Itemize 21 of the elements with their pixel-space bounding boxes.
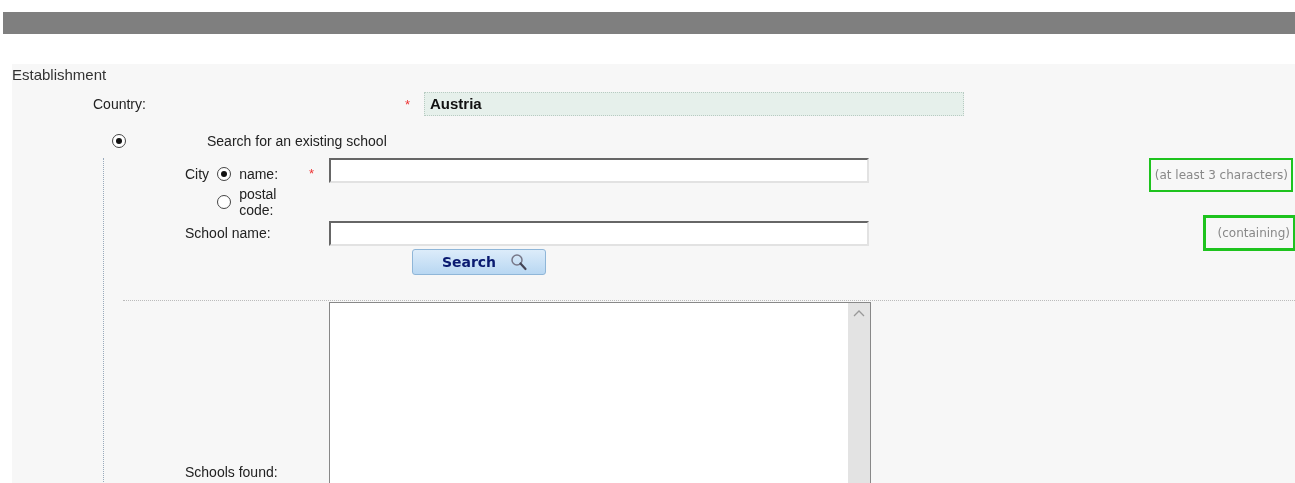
hint-text: (containing) [1202,215,1295,251]
city-field[interactable] [329,158,869,183]
field-label: Country: [92,96,147,112]
section-title: Establishment [12,65,108,85]
required-mark: * [405,96,412,112]
field-label: City [185,166,210,184]
field-label: Schools found: [184,464,279,482]
radio-button[interactable] [217,167,232,181]
hint-text: (at least 3 characters) [1148,158,1293,192]
option-label: name: [239,166,279,182]
field-label: School name: [184,225,272,241]
option-label: postal code: [239,186,278,218]
required-mark: * [309,165,316,181]
search-button[interactable]: Search [412,249,546,275]
school-name-field[interactable] [329,220,869,246]
option-label: Search for an existing school [207,133,387,149]
scrollbar[interactable] [848,303,870,483]
radio-button[interactable] [217,195,232,209]
country-field: Austria [424,92,964,116]
radio-button[interactable] [112,134,126,148]
search-icon [510,253,529,271]
